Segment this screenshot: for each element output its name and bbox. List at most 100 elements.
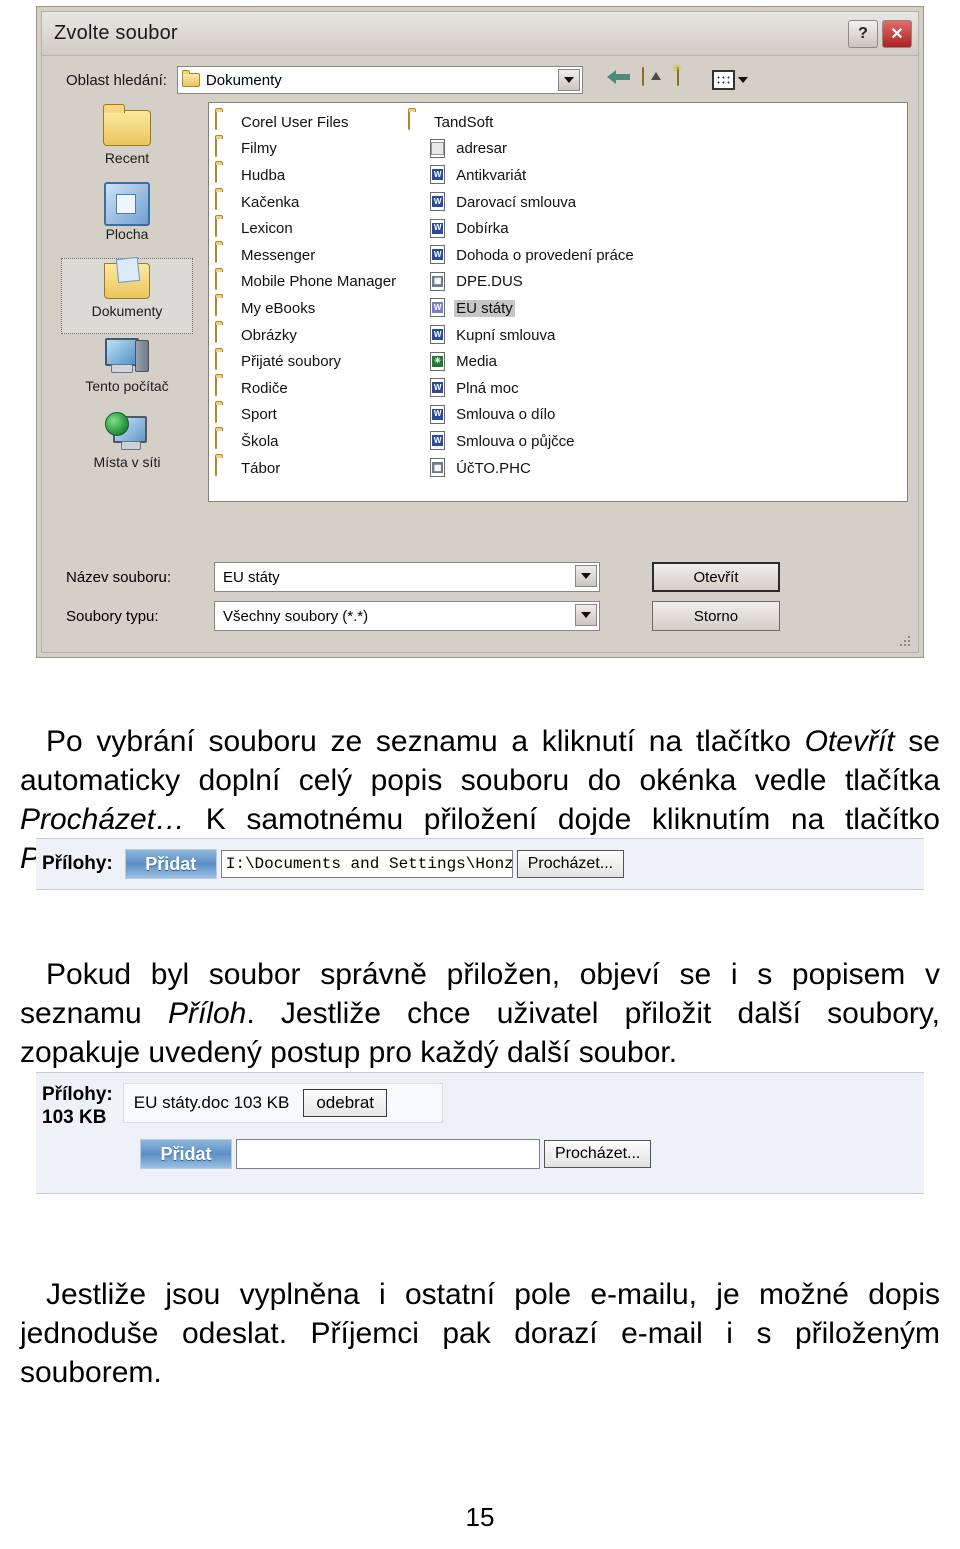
file-name: Rodiče bbox=[241, 379, 288, 397]
file-dialog-window: Zvolte soubor ? ✕ Oblast hledání: Dokume… bbox=[41, 11, 919, 653]
file-name: Media bbox=[456, 353, 497, 371]
list-item[interactable]: W Dobírka bbox=[430, 215, 646, 242]
open-button[interactable]: Otevřít bbox=[652, 562, 780, 592]
word-document-icon: W bbox=[430, 218, 450, 239]
folder-icon bbox=[181, 70, 200, 87]
list-item[interactable]: Messenger bbox=[215, 242, 408, 269]
up-one-level-button[interactable] bbox=[641, 67, 668, 92]
file-name-value: EU státy bbox=[223, 568, 280, 586]
place-label: Plocha bbox=[105, 226, 149, 242]
list-item[interactable]: Tábor bbox=[215, 455, 408, 482]
file-name: Darovací smlouva bbox=[456, 193, 577, 211]
file-list[interactable]: Corel User Files Filmy Hudba Kačenka Lex… bbox=[208, 102, 908, 502]
list-item[interactable]: Filmy bbox=[215, 136, 408, 163]
place-label: Místa v síti bbox=[93, 454, 161, 470]
file-name: ÚčTO.PHC bbox=[456, 459, 531, 477]
add-attachment-button[interactable]: Přidat bbox=[124, 849, 217, 879]
text-file-icon bbox=[430, 138, 450, 159]
file-name: Tábor bbox=[241, 459, 281, 477]
list-item[interactable]: Obrázky bbox=[215, 322, 408, 349]
list-item[interactable]: My eBooks bbox=[215, 295, 408, 322]
place-documents[interactable]: Dokumenty bbox=[61, 258, 193, 334]
file-name: Messenger bbox=[241, 246, 316, 264]
list-item[interactable]: W Darovací smlouva bbox=[430, 189, 646, 216]
attachment-path-input[interactable]: I:\Documents and Settings\Honza bbox=[220, 850, 513, 878]
list-item[interactable]: Kačenka bbox=[215, 189, 408, 216]
network-places-icon bbox=[105, 410, 149, 454]
file-name: Mobile Phone Manager bbox=[241, 273, 397, 291]
views-button[interactable] bbox=[711, 68, 748, 92]
list-item[interactable]: Rodiče bbox=[215, 375, 408, 402]
list-item[interactable]: W Smlouva o půjčce bbox=[430, 428, 646, 455]
attachments-label: Přílohy: bbox=[42, 853, 113, 874]
my-documents-icon bbox=[104, 259, 150, 303]
list-item[interactable]: Přijaté soubory bbox=[215, 348, 408, 375]
place-recent[interactable]: Recent bbox=[61, 104, 193, 182]
browse-button[interactable]: Procházet... bbox=[516, 850, 625, 878]
list-item[interactable]: Mobile Phone Manager bbox=[215, 269, 408, 296]
new-folder-button[interactable] bbox=[676, 67, 703, 92]
list-item[interactable]: Lexicon bbox=[215, 215, 408, 242]
chevron-down-icon[interactable] bbox=[575, 565, 597, 587]
chevron-down-icon[interactable] bbox=[575, 604, 597, 626]
file-name: Smlouva o dílo bbox=[456, 406, 556, 424]
dialog-titlebar: Zvolte soubor ? ✕ bbox=[42, 12, 918, 56]
file-name: Corel User Files bbox=[241, 113, 349, 131]
list-item[interactable]: adresar bbox=[430, 136, 646, 163]
add-attachment-button[interactable]: Přidat bbox=[140, 1139, 232, 1169]
data-file-icon: ▦ bbox=[430, 458, 450, 478]
file-name: Antikvariát bbox=[456, 166, 527, 184]
back-button[interactable] bbox=[607, 68, 633, 92]
attachment-bar-empty-screenshot: Přílohy: Přidat I:\Documents and Setting… bbox=[36, 838, 924, 890]
place-network[interactable]: Místa v síti bbox=[61, 410, 193, 486]
list-item[interactable]: TandSoft bbox=[408, 109, 646, 136]
list-item[interactable]: W Plná moc bbox=[430, 375, 646, 402]
folder-icon bbox=[215, 350, 235, 372]
file-name: TandSoft bbox=[434, 113, 494, 131]
folder-music-icon bbox=[215, 164, 235, 185]
file-name: EU státy bbox=[454, 299, 515, 317]
folder-icon bbox=[215, 297, 235, 318]
help-button[interactable]: ? bbox=[848, 19, 878, 48]
list-item[interactable]: Škola bbox=[215, 428, 408, 455]
list-item[interactable]: Corel User Files bbox=[215, 109, 408, 136]
dialog-toolbar bbox=[607, 67, 748, 92]
folder-icon bbox=[215, 217, 235, 239]
look-in-dropdown[interactable]: Dokumenty bbox=[176, 66, 583, 94]
list-item[interactable]: W Antikvariát bbox=[430, 162, 646, 189]
cancel-button[interactable]: Storno bbox=[652, 601, 780, 631]
browse-button[interactable]: Procházet... bbox=[544, 1140, 652, 1168]
chevron-down-icon[interactable] bbox=[557, 69, 580, 91]
remove-attachment-button[interactable]: odebrat bbox=[303, 1089, 388, 1117]
word-document-icon: W bbox=[430, 325, 450, 345]
list-item[interactable]: Hudba bbox=[215, 162, 408, 189]
file-type-dropdown[interactable]: Všechny soubory (*.*) bbox=[214, 601, 600, 631]
file-name: Dobírka bbox=[456, 220, 509, 238]
file-name-input[interactable]: EU státy bbox=[214, 562, 600, 592]
resize-grip[interactable] bbox=[898, 634, 912, 648]
file-name: adresar bbox=[456, 140, 507, 158]
attachments-label-block: Přílohy: 103 KB bbox=[42, 1083, 113, 1129]
attachment-path-input[interactable] bbox=[236, 1139, 540, 1169]
list-item[interactable]: ✳ Media bbox=[430, 348, 646, 375]
attachments-total-size: 103 KB bbox=[42, 1107, 107, 1128]
close-button[interactable]: ✕ bbox=[882, 19, 912, 48]
list-item[interactable]: Sport bbox=[215, 402, 408, 429]
place-desktop[interactable]: Plocha bbox=[61, 182, 193, 258]
list-item[interactable]: W Kupní smlouva bbox=[430, 322, 646, 349]
list-item[interactable]: ▦ ÚčTO.PHC bbox=[430, 455, 646, 482]
file-name: Přijaté soubory bbox=[241, 353, 342, 371]
list-item[interactable]: W Dohoda o provedení práce bbox=[430, 242, 646, 269]
paragraph-1-emphasis-otevrit: Otevřít bbox=[804, 725, 895, 758]
attachment-row: Přílohy: 103 KB EU státy.doc 103 KB odeb… bbox=[36, 1073, 924, 1129]
folder-pictures-icon bbox=[215, 324, 235, 345]
file-name: DPE.DUS bbox=[456, 273, 523, 291]
list-item[interactable]: W Smlouva o dílo bbox=[430, 402, 646, 429]
place-my-computer[interactable]: Tento počítač bbox=[61, 334, 193, 410]
up-one-level-icon bbox=[641, 67, 644, 86]
folder-icon bbox=[215, 270, 235, 292]
file-name: Lexicon bbox=[241, 220, 293, 238]
place-label: Recent bbox=[104, 150, 150, 166]
list-item[interactable]: ▦ DPE.DUS bbox=[430, 269, 646, 296]
list-item-selected[interactable]: W EU státy bbox=[430, 295, 646, 322]
